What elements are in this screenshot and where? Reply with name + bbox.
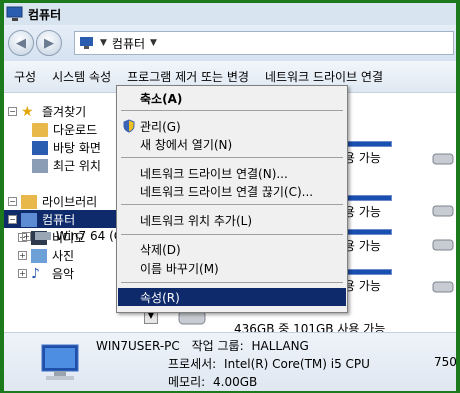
drive-usage-bar [344,141,392,147]
drive-usage-bar [344,269,392,275]
nav-favorites[interactable]: − ★ 즐겨찾기 [8,103,86,120]
computer-large-icon [41,344,79,380]
music-icon: ♪ [31,265,40,282]
hard-drive-icon [432,153,454,165]
uninstall-program-button[interactable]: 프로그램 제거 또는 변경 [127,68,249,85]
recent-places-icon [32,158,48,173]
menu-disconnect-network-drive[interactable]: 네트워크 드라이브 연결 끊기(C)... [118,182,346,200]
expand-icon[interactable]: + [18,251,27,260]
downloads-folder-icon [32,122,48,137]
menu-map-network-drive[interactable]: 네트워크 드라이브 연결(N)... [118,164,346,182]
menu-rename[interactable]: 이름 바꾸기(M) [118,259,346,277]
menu-separator [121,204,343,205]
collapse-icon[interactable]: − [8,107,17,116]
processor-label: 프로세서: [168,357,217,371]
expand-icon[interactable]: + [22,231,31,241]
organize-button[interactable]: 구성 [14,68,36,85]
hard-drive-icon [432,205,454,217]
nav-music[interactable]: + ♪ 음악 [18,265,74,282]
drive-icon [35,232,51,240]
nav-downloads[interactable]: 다운로드 [32,121,97,138]
processor-model-number: 750 [434,355,456,369]
details-pane: WIN7USER-PC 작업 그룹: HALLANG 프로세서: Intel(R… [4,332,456,391]
menu-separator [121,157,343,158]
workgroup-value: HALLANG [251,339,309,353]
memory-label: 메모리: [168,375,206,389]
library-icon [21,194,37,209]
hard-drive-icon [432,239,454,251]
drive-usage-bar [344,195,392,201]
computer-icon [80,37,93,49]
computer-icon [6,6,23,21]
desktop-icon [32,140,48,155]
context-menu: 축소(A) 관리(G) 새 창에서 열기(N) 네트워크 드라이브 연결(N).… [116,85,348,313]
address-box[interactable]: ▼ 컴퓨터 ▼ [74,31,454,55]
map-network-drive-button[interactable]: 네트워크 드라이브 연결 [265,68,383,85]
workgroup-label: 작업 그룹: [191,339,244,353]
expand-icon[interactable]: + [18,269,27,278]
nav-computer[interactable]: − 컴퓨터 [8,211,75,228]
computer-icon [21,212,37,227]
menu-manage[interactable]: 관리(G) [118,117,346,135]
window-title: 컴퓨터 [28,7,62,22]
collapse-icon[interactable]: − [8,215,17,224]
star-icon: ★ [21,103,34,120]
processor-value: Intel(R) Core(TM) i5 CPU [224,357,370,371]
chevron-down-icon[interactable]: ▼ [100,38,107,48]
menu-separator [121,234,343,235]
nav-libraries[interactable]: − 라이브러리 [8,193,97,210]
computer-name-line: WIN7USER-PC 작업 그룹: HALLANG [96,337,309,354]
forward-button[interactable]: ▶ [36,30,62,56]
menu-add-network-location[interactable]: 네트워크 위치 추가(L) [118,211,346,229]
memory-line: 메모리: 4.00GB [168,373,257,390]
system-properties-button[interactable]: 시스템 속성 [52,68,111,85]
title-bar: 컴퓨터 [4,3,456,25]
drive-usage-bar [344,229,392,235]
picture-icon [31,248,47,263]
menu-delete[interactable]: 삭제(D) [118,240,346,258]
nav-drive-c[interactable]: + Win7 64 (C:) [22,229,131,243]
address-bar-area: ◀ ▶ ▼ 컴퓨터 ▼ [4,25,456,61]
collapse-icon[interactable]: − [8,197,17,206]
breadcrumb[interactable]: 컴퓨터 [112,35,145,52]
explorer-window: 컴퓨터 ◀ ▶ ▼ 컴퓨터 ▼ 구성 시스템 속성 프로그램 제거 또는 변경 … [4,3,456,391]
menu-properties[interactable]: 속성(R) [118,288,346,306]
menu-separator [121,110,343,111]
chevron-down-icon[interactable]: ▼ [150,38,157,48]
menu-separator [121,282,343,283]
nav-recent[interactable]: 최근 위치 [32,157,101,174]
back-button[interactable]: ◀ [8,30,34,56]
memory-value: 4.00GB [213,375,258,389]
shield-icon [123,119,135,133]
nav-pictures[interactable]: + 사진 [18,247,74,264]
processor-line: 프로세서: Intel(R) Core(TM) i5 CPU [168,355,370,372]
menu-collapse[interactable]: 축소(A) [118,89,346,107]
hard-drive-icon [432,281,454,293]
menu-open-new-window[interactable]: 새 창에서 열기(N) [118,135,346,153]
nav-desktop[interactable]: 바탕 화면 [32,139,101,156]
computer-name: WIN7USER-PC [96,339,180,353]
